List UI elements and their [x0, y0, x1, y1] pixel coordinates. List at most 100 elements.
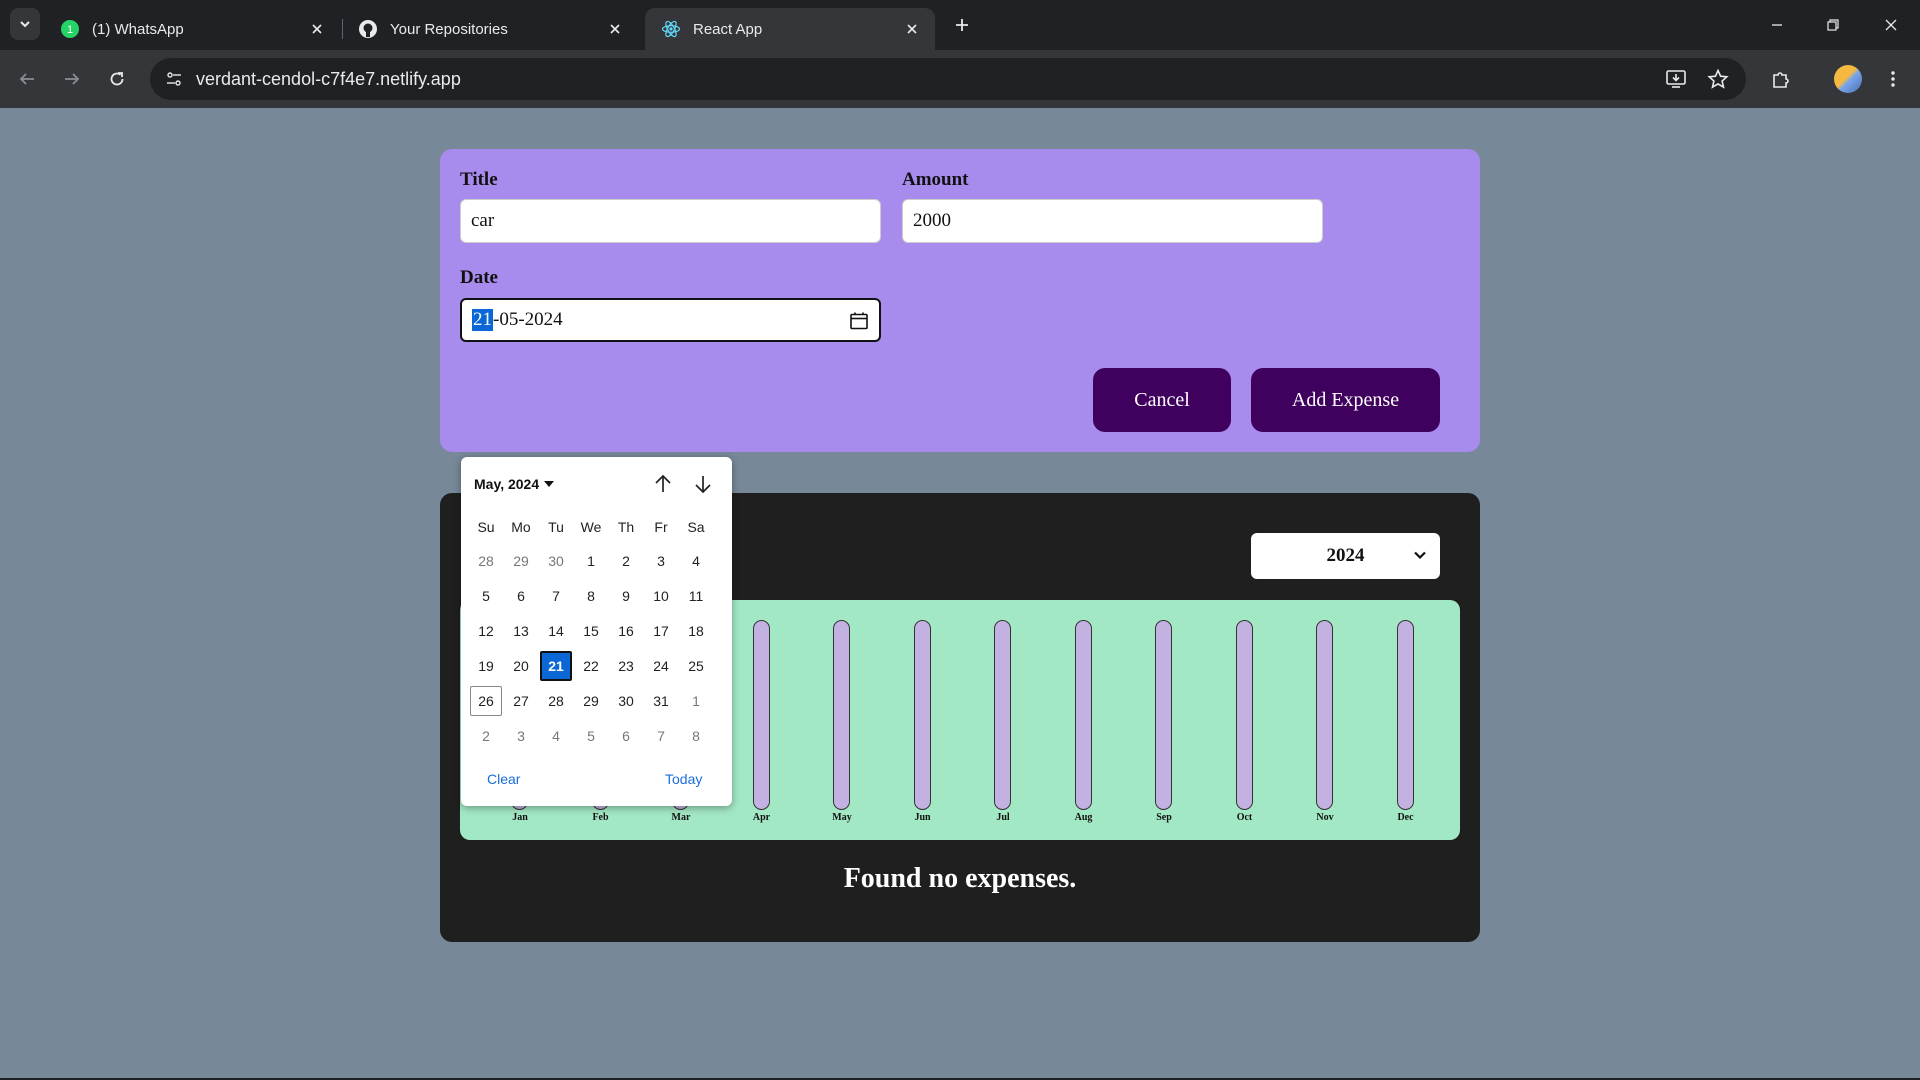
tab-title: React App	[693, 20, 763, 38]
calendar-day[interactable]: 30	[540, 546, 572, 576]
chart-bar-label: Dec	[1397, 812, 1414, 823]
tab-search-button[interactable]	[10, 8, 40, 40]
calendar-day[interactable]: 29	[505, 546, 537, 576]
calendar-day[interactable]: 30	[610, 686, 642, 716]
calendar-day[interactable]: 27	[505, 686, 537, 716]
calendar-day[interactable]: 29	[575, 686, 607, 716]
amount-input[interactable]: 2000	[902, 199, 1323, 243]
profile-avatar[interactable]	[1834, 65, 1862, 93]
calendar-day[interactable]: 17	[645, 616, 677, 646]
calendar-day[interactable]: 18	[680, 616, 712, 646]
restore-button[interactable]	[1818, 10, 1848, 40]
close-icon[interactable]	[604, 18, 626, 40]
add-expense-button[interactable]: Add Expense	[1251, 368, 1440, 432]
calendar-day[interactable]: 8	[575, 581, 607, 611]
minimize-icon	[1772, 24, 1782, 26]
title-input[interactable]: car	[460, 199, 881, 243]
calendar-day[interactable]: 28	[540, 686, 572, 716]
tab-react-app[interactable]: React App	[645, 8, 935, 50]
chart-bar: Sep	[1142, 620, 1182, 823]
calendar-day[interactable]: 15	[575, 616, 607, 646]
month-year-dropdown[interactable]: May, 2024	[474, 476, 555, 492]
year-filter-select[interactable]: 2024	[1251, 533, 1440, 579]
calendar-day[interactable]: 28	[470, 546, 502, 576]
minimize-button[interactable]	[1762, 10, 1792, 40]
calendar-day[interactable]: 3	[645, 546, 677, 576]
date-picker-popup: May, 2024 Clear Today Su Mo Tu We Th Fr Sa 28 29…	[461, 457, 732, 806]
calendar-day[interactable]: 7	[540, 581, 572, 611]
calendar-day[interactable]: 22	[575, 651, 607, 681]
url-text[interactable]: verdant-cendol-c7f4e7.netlify.app	[196, 69, 461, 90]
plus-icon	[956, 19, 968, 31]
calendar-day[interactable]: 19	[470, 651, 502, 681]
calendar-day[interactable]: 11	[680, 581, 712, 611]
calendar-day[interactable]: 6	[505, 581, 537, 611]
browser-menu-button[interactable]	[1878, 64, 1908, 94]
calendar-day[interactable]: 6	[610, 721, 642, 751]
bookmark-button[interactable]	[1706, 67, 1730, 91]
calendar-day[interactable]: 20	[505, 651, 537, 681]
date-input[interactable]: 21 -05-2024	[460, 298, 881, 342]
calendar-day[interactable]: 10	[645, 581, 677, 611]
chart-bar-label: Oct	[1236, 812, 1253, 823]
chart-bar: Dec	[1384, 620, 1424, 823]
address-bar[interactable]: verdant-cendol-c7f4e7.netlify.app	[150, 58, 1746, 100]
chart-bar-track	[1155, 620, 1172, 810]
next-month-button[interactable]	[690, 471, 716, 497]
chart-bar-track	[1235, 620, 1253, 810]
calendar-day[interactable]: 26	[470, 686, 502, 716]
calendar-day[interactable]: 31	[645, 686, 677, 716]
title-label: Title	[460, 169, 498, 190]
calendar-day[interactable]: 25	[680, 651, 712, 681]
calendar-day[interactable]: 23	[610, 651, 642, 681]
react-icon	[661, 19, 681, 39]
calendar-day[interactable]: 8	[680, 721, 712, 751]
calendar-day[interactable]: 4	[680, 546, 712, 576]
today-button[interactable]: Today	[665, 771, 702, 787]
chart-bar-label: Feb	[592, 812, 609, 823]
site-info-button[interactable]	[160, 65, 188, 93]
amount-label: Amount	[902, 169, 969, 190]
chart-bar: Apr	[740, 620, 780, 823]
tab-title: Your Repositories	[390, 20, 508, 38]
back-button[interactable]	[12, 64, 42, 94]
date-day-segment[interactable]: 21	[472, 309, 493, 331]
reload-button[interactable]	[102, 64, 132, 94]
chart-bar-label: Sep	[1156, 812, 1172, 823]
chart-bar: Nov	[1303, 620, 1343, 823]
calendar-day[interactable]: 13	[505, 616, 537, 646]
calendar-day[interactable]: 1	[680, 686, 712, 716]
previous-month-button[interactable]	[650, 471, 676, 497]
calendar-day[interactable]: 16	[610, 616, 642, 646]
forward-button[interactable]	[57, 64, 87, 94]
whatsapp-icon: 1	[60, 19, 80, 39]
year-filter-value: 2024	[1326, 545, 1365, 566]
calendar-day[interactable]: 1	[575, 546, 607, 576]
extensions-button[interactable]	[1766, 64, 1796, 94]
close-icon[interactable]	[901, 18, 923, 40]
calendar-day[interactable]: 9	[610, 581, 642, 611]
calendar-day[interactable]: 2	[470, 721, 502, 751]
calendar-day[interactable]: 12	[470, 616, 502, 646]
arrow-right-icon	[65, 73, 80, 85]
calendar-icon[interactable]	[849, 311, 869, 331]
tab-whatsapp[interactable]: 1 (1) WhatsApp	[44, 8, 340, 50]
calendar-day[interactable]: 4	[540, 721, 572, 751]
close-window-button[interactable]	[1876, 10, 1906, 40]
calendar-day[interactable]: 24	[645, 651, 677, 681]
new-tab-button[interactable]	[950, 13, 974, 37]
calendar-day[interactable]: 14	[540, 616, 572, 646]
reload-icon	[110, 72, 124, 86]
clear-date-button[interactable]: Clear	[487, 771, 520, 787]
cancel-button[interactable]: Cancel	[1093, 368, 1231, 432]
calendar-day[interactable]: 3	[505, 721, 537, 751]
calendar-day[interactable]: 7	[645, 721, 677, 751]
calendar-day[interactable]: 5	[470, 581, 502, 611]
date-rest-segment[interactable]: -05-2024	[493, 309, 563, 331]
close-icon[interactable]	[306, 18, 328, 40]
calendar-day[interactable]: 5	[575, 721, 607, 751]
tab-repositories[interactable]: Your Repositories	[342, 8, 638, 50]
calendar-day[interactable]: 2	[610, 546, 642, 576]
install-app-button[interactable]	[1664, 67, 1688, 91]
calendar-day[interactable]: 21	[540, 651, 572, 681]
